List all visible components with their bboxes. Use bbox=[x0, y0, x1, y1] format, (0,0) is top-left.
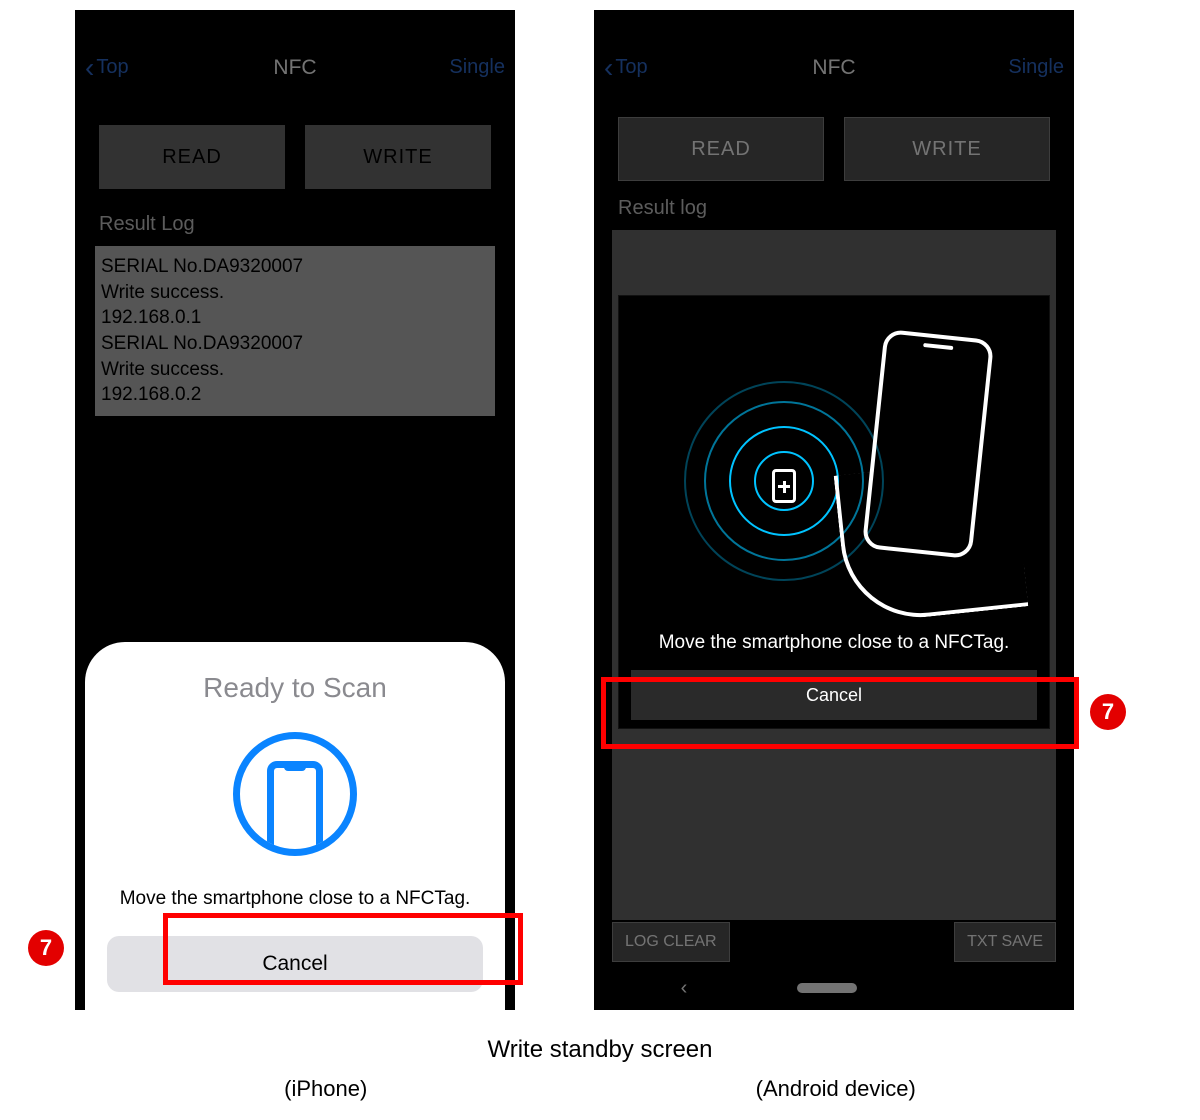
sheet-message: Move the smartphone close to a NFCTag. bbox=[107, 886, 483, 912]
nfc-illustration bbox=[619, 296, 1049, 626]
android-device: ‹ Top NFC Single READ WRITE Result log L… bbox=[594, 10, 1074, 1010]
figure-captions: Write standby screen (iPhone) (Android d… bbox=[0, 1036, 1200, 1102]
android-scan-modal: Move the smartphone close to a NFCTag. C… bbox=[618, 295, 1050, 729]
sheet-title: Ready to Scan bbox=[107, 672, 483, 704]
caption-android: (Android device) bbox=[756, 1076, 916, 1102]
callout-highlight bbox=[163, 913, 523, 985]
caption-main: Write standby screen bbox=[0, 1036, 1200, 1064]
caption-iphone: (iPhone) bbox=[284, 1076, 367, 1102]
hand-holding-phone-icon bbox=[833, 326, 1033, 626]
iphone-device: ‹ Top NFC Single READ WRITE Result Log S… bbox=[75, 10, 515, 1010]
modal-message: Move the smartphone close to a NFCTag. bbox=[619, 626, 1049, 670]
callout-highlight bbox=[601, 677, 1079, 749]
nfc-phone-icon bbox=[233, 732, 357, 856]
nfc-tag-icon bbox=[772, 469, 796, 503]
callout-number: 7 bbox=[28, 930, 64, 966]
callout-number: 7 bbox=[1090, 694, 1126, 730]
